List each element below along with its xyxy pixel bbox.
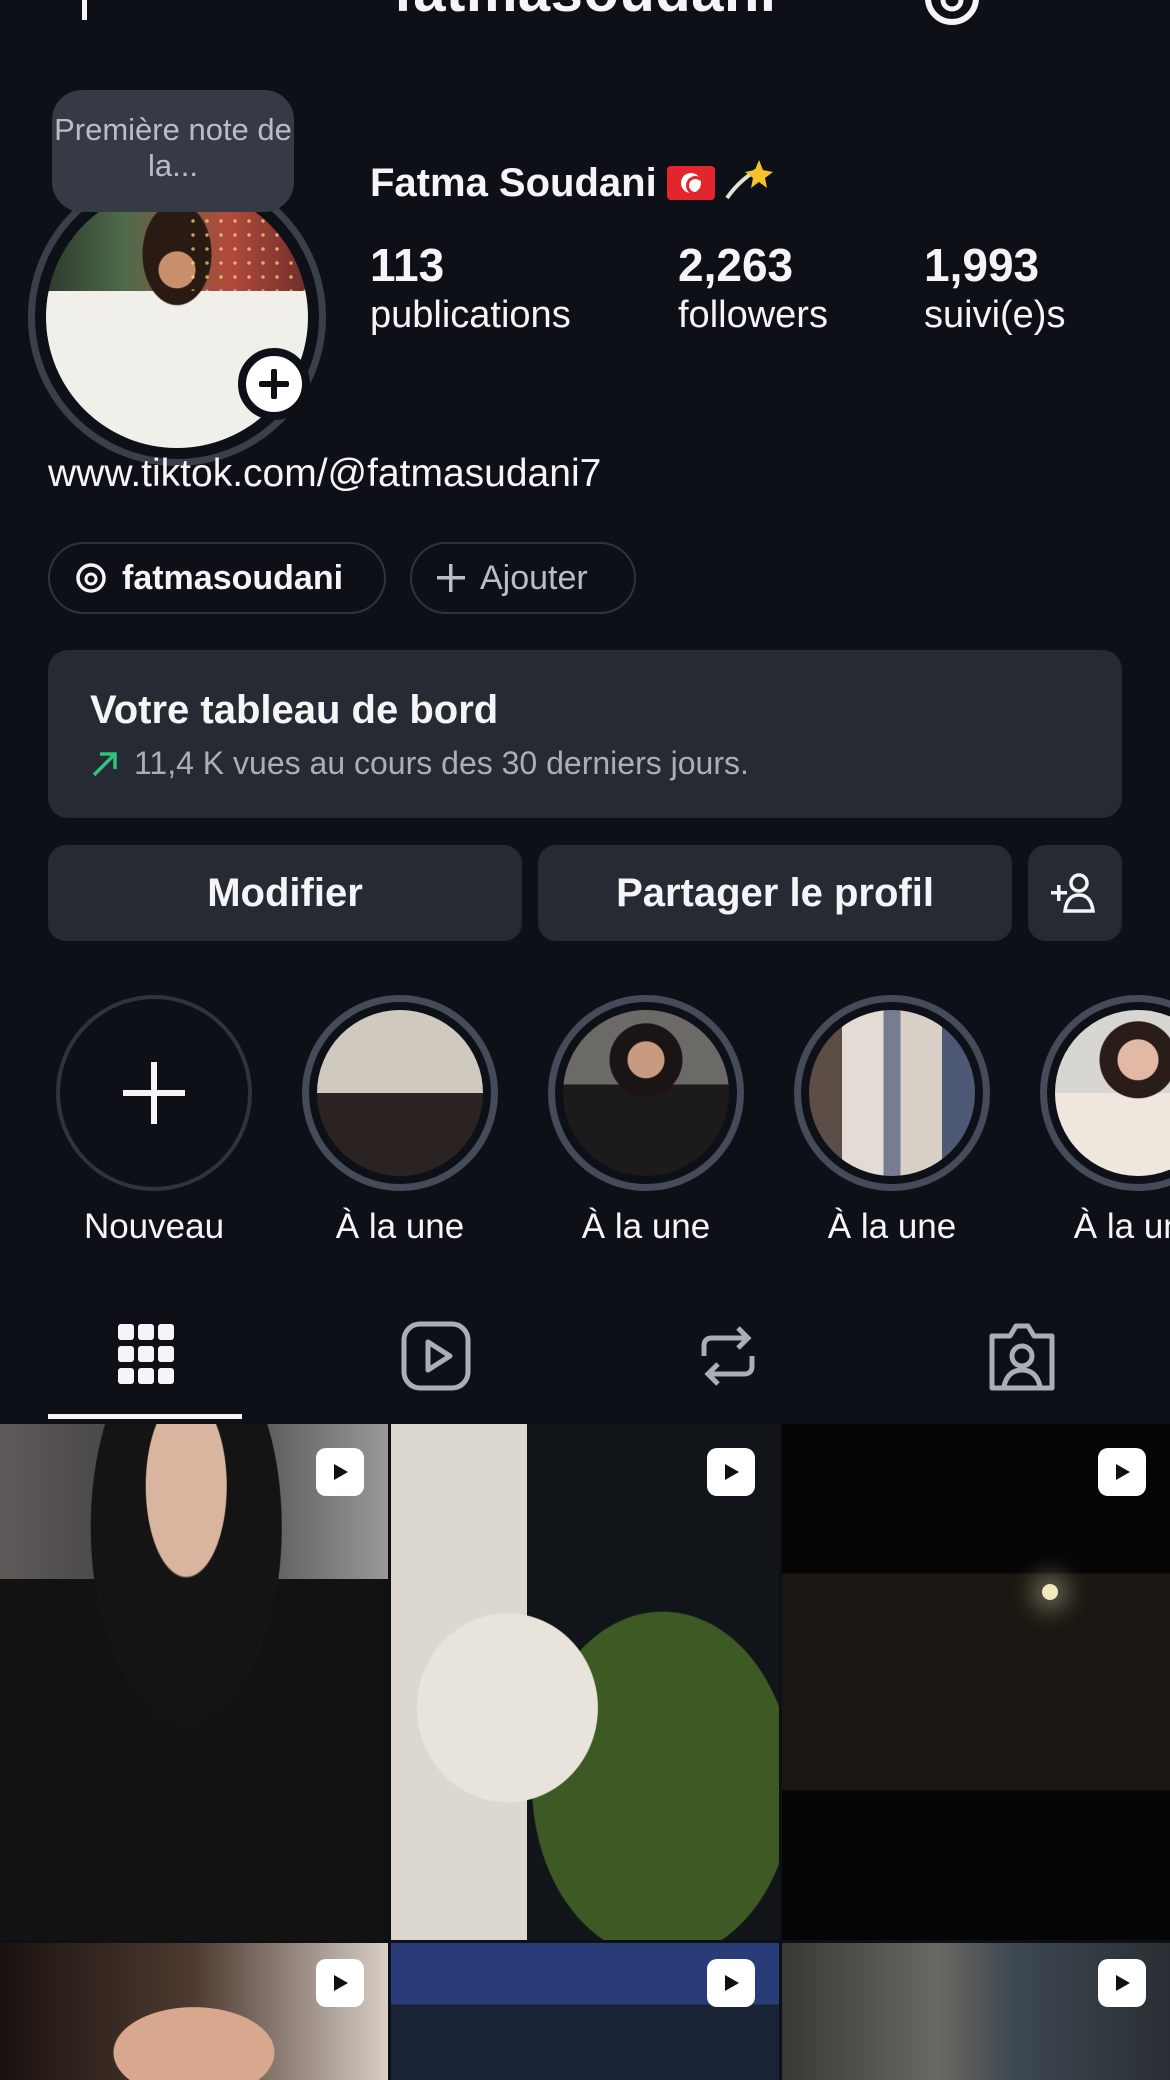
stat-label: publications	[370, 294, 571, 336]
threads-handle: fatmasoudani	[122, 558, 344, 597]
add-person-icon	[1051, 873, 1095, 913]
bio-link[interactable]: www.tiktok.com/@fatmasudani7	[48, 452, 601, 496]
dashboard-subtitle: 11,4 K vues au cours des 30 derniers jou…	[134, 745, 749, 781]
hamburger-menu-icon[interactable]	[1054, 0, 1116, 14]
stat-value: 2,263	[678, 239, 794, 291]
edit-profile-button[interactable]: Modifier	[48, 845, 522, 941]
post-thumbnail[interactable]	[782, 1424, 1170, 1940]
reels-icon[interactable]	[396, 1318, 476, 1394]
stat-followers[interactable]: 2,263 followers	[678, 238, 828, 338]
post-thumbnail[interactable]	[0, 1943, 388, 2080]
add-link-chip[interactable]: Ajouter	[410, 542, 636, 614]
highlight-item[interactable]: À la une	[1040, 995, 1170, 1247]
moon	[1042, 1584, 1058, 1600]
add-label: Ajouter	[480, 558, 588, 597]
highlight-label: À la une	[827, 1207, 957, 1246]
highlight-new[interactable]: Nouveau	[56, 995, 252, 1247]
dashboard-title: Votre tableau de bord	[90, 688, 499, 732]
highlight-label: À la une	[1073, 1207, 1170, 1246]
stat-publications[interactable]: 113 publications	[370, 238, 571, 338]
reel-icon	[1098, 1959, 1146, 2007]
stat-label: followers	[678, 294, 828, 336]
stat-value: 113	[370, 239, 445, 291]
plus-icon	[123, 1062, 185, 1124]
highlight-thumbnail	[317, 1010, 483, 1176]
reel-icon	[707, 1959, 755, 2007]
active-tab-indicator	[48, 1414, 242, 1419]
reel-icon	[1098, 1448, 1146, 1496]
share-profile-button[interactable]: Partager le profil	[538, 845, 1012, 941]
highlight-item[interactable]: À la une	[794, 995, 990, 1247]
display-name: Fatma Soudani	[370, 160, 657, 205]
professional-dashboard-card[interactable]: Votre tableau de bord 11,4 K vues au cou…	[48, 650, 1122, 818]
highlight-thumbnail	[809, 1010, 975, 1176]
plus-icon	[437, 564, 465, 592]
reel-icon	[707, 1448, 755, 1496]
trend-up-arrow-icon	[92, 751, 117, 776]
reposts-icon[interactable]	[688, 1318, 768, 1394]
post-thumbnail[interactable]	[391, 1424, 779, 1940]
threads-chip[interactable]: fatmasoudani	[48, 542, 386, 614]
post-thumbnail[interactable]	[782, 1943, 1170, 2080]
highlight-item[interactable]: À la une	[302, 995, 498, 1247]
reel-icon	[316, 1959, 364, 2007]
highlight-new-circle	[56, 995, 252, 1191]
stat-following[interactable]: 1,993 suivi(e)s	[924, 238, 1065, 338]
stat-value: 1,993	[924, 239, 1040, 291]
highlight-item[interactable]: À la une	[548, 995, 744, 1247]
highlight-thumbnail	[1055, 1010, 1170, 1176]
profile-username-title[interactable]: fatmasoudani	[0, 0, 1170, 25]
dizzy-star-icon	[725, 160, 773, 200]
highlight-label: À la une	[335, 1207, 465, 1246]
reel-icon	[316, 1448, 364, 1496]
threads-icon	[76, 563, 106, 593]
tunisia-flag-icon	[666, 166, 715, 200]
grid-icon[interactable]	[106, 1318, 186, 1394]
post-thumbnail[interactable]	[0, 1424, 388, 1940]
highlight-label: Nouveau	[83, 1207, 225, 1246]
threads-icon[interactable]	[922, 0, 982, 28]
discover-people-button[interactable]	[1028, 845, 1122, 941]
display-name-row: Fatma Soudani	[370, 158, 775, 208]
tagged-icon[interactable]	[982, 1318, 1062, 1394]
highlight-thumbnail	[563, 1010, 729, 1176]
note-bubble[interactable]: Première note de la...	[52, 90, 294, 212]
highlight-label: À la une	[581, 1207, 711, 1246]
plus-icon[interactable]	[70, 0, 100, 20]
stat-label: suivi(e)s	[924, 294, 1066, 336]
add-story-button[interactable]	[238, 348, 310, 420]
plus-icon	[259, 369, 289, 399]
post-thumbnail[interactable]	[391, 1943, 779, 2080]
